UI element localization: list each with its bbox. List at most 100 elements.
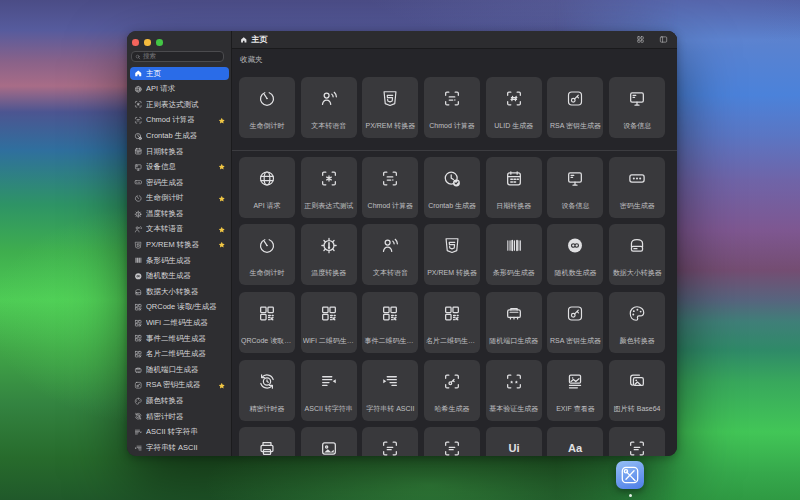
tool-card[interactable]: 随机端口生成器 — [486, 292, 542, 353]
favorites-section-label: 收藏夹 — [240, 55, 263, 65]
hash-key-icon — [443, 372, 462, 391]
port-icon — [504, 304, 523, 323]
tool-card[interactable]: 设备信息 — [547, 157, 603, 218]
tool-card[interactable]: 文本转语音 — [362, 224, 418, 285]
tool-card[interactable]: QRCode 读取/生成器 — [239, 292, 295, 353]
tool-card-label: Chmod 计算器 — [364, 201, 416, 211]
tool-card[interactable] — [424, 427, 480, 456]
tool-card[interactable]: 温度转换器 — [301, 224, 357, 285]
sidebar-item[interactable]: 颜色转换器 — [130, 394, 229, 407]
tool-card[interactable]: ULID 生成器 — [486, 77, 542, 138]
favorite-star-icon — [218, 195, 226, 203]
tool-card-label: 随机数生成器 — [549, 268, 601, 278]
tool-card[interactable]: API 请求 — [239, 157, 295, 218]
sidebar-item[interactable]: RSA 密钥生成器 — [130, 379, 229, 392]
tool-card[interactable]: 设备信息 — [609, 77, 665, 138]
tool-card[interactable]: 生命倒计时 — [239, 77, 295, 138]
tool-card[interactable]: WiFi 二维码生成器 — [301, 292, 357, 353]
sidebar-item[interactable]: 主页 — [130, 67, 229, 80]
sidebar-item[interactable]: Chmod 计算器 — [130, 114, 229, 127]
sidebar-item-label: 密码生成器 — [146, 178, 226, 188]
tool-card[interactable]: 条形码生成器 — [486, 224, 542, 285]
tool-card[interactable]: Chmod 计算器 — [362, 157, 418, 218]
sidebar-item[interactable]: 随机端口生成器 — [130, 363, 229, 376]
tool-card[interactable]: 随机数生成器 — [547, 224, 603, 285]
sidebar-item[interactable]: 日期转换器 — [130, 145, 229, 158]
tool-card[interactable]: PX/REM 转换器 — [424, 224, 480, 285]
sidebar-item[interactable]: 正则表达式测试 — [130, 98, 229, 111]
sidebar-item[interactable]: 数据大小转换器 — [130, 285, 229, 298]
tool-card[interactable]: 事件二维码生成器 — [362, 292, 418, 353]
minimize-button[interactable] — [144, 39, 151, 46]
zoom-button[interactable] — [156, 39, 163, 46]
text-aa-icon: Aa — [566, 439, 585, 456]
sidebar-item[interactable]: PX/REM 转换器 — [130, 239, 229, 252]
sidebar-item-label: QRCode 读取/生成器 — [146, 302, 226, 312]
tool-card[interactable]: Crontab 生成器 — [424, 157, 480, 218]
sidebar-nav: 主页 API 请求正则表达式测试 Chmod 计算器 Crontab 生成器日期转换器… — [130, 67, 229, 456]
sidebar-item-label: 字符串转 ASCII — [146, 443, 226, 453]
sidebar-item[interactable]: 名片二维码生成器 — [130, 348, 229, 361]
sidebar-item[interactable]: 字符串转 ASCII — [130, 441, 229, 454]
tool-card-label: 数据大小转换器 — [611, 268, 663, 278]
tool-card[interactable]: 字符串转 ASCII — [362, 360, 418, 421]
tool-card[interactable]: 正则表达式测试 — [301, 157, 357, 218]
search-input[interactable]: 搜索 — [131, 51, 224, 62]
palette-icon — [628, 304, 647, 323]
tool-card[interactable]: 颜色转换器 — [609, 292, 665, 353]
sidebar-item[interactable]: 设备信息 — [130, 161, 229, 174]
sidebar-item[interactable]: 事件二维码生成器 — [130, 332, 229, 345]
tool-card[interactable]: Aa — [547, 427, 603, 456]
tool-card[interactable]: 密码生成器 — [609, 157, 665, 218]
tool-card[interactable]: RSA 密钥生成器 — [547, 292, 603, 353]
sidebar-item[interactable]: WiFi 二维码生成器 — [130, 317, 229, 330]
tool-card[interactable]: Ui — [486, 427, 542, 456]
tool-card[interactable]: 哈希生成器 — [424, 360, 480, 421]
favorite-star-icon — [218, 241, 226, 249]
toggle-sidebar-icon[interactable] — [659, 35, 668, 44]
tool-card[interactable] — [609, 427, 665, 456]
sidebar-item[interactable]: 条形码生成器 — [130, 254, 229, 267]
sidebar-item[interactable]: 温度转换器 — [130, 207, 229, 220]
sidebar-item[interactable]: QRCode 读取/生成器 — [130, 301, 229, 314]
infinity-icon — [134, 272, 143, 281]
calendar-icon — [504, 169, 523, 188]
html5-icon — [443, 236, 462, 255]
tool-card[interactable]: RSA 密钥生成器 — [547, 77, 603, 138]
main-header: 主页 — [232, 31, 677, 49]
tool-card[interactable]: Chmod 计算器 — [424, 77, 480, 138]
sidebar-item[interactable]: 文本转语音 — [130, 223, 229, 236]
tool-card[interactable]: EXIF 查看器 — [547, 360, 603, 421]
tool-card-label: 颜色转换器 — [611, 336, 663, 346]
tool-card-label: 哈希生成器 — [426, 404, 478, 414]
sidebar-item[interactable]: ASCII 转字符串 — [130, 426, 229, 439]
tool-card[interactable]: 数据大小转换器 — [609, 224, 665, 285]
tool-card[interactable] — [301, 427, 357, 456]
sidebar-item[interactable]: 随机数生成器 — [130, 270, 229, 283]
sidebar-item[interactable]: Crontab 生成器 — [130, 129, 229, 142]
qr-icon — [443, 304, 462, 323]
tool-card[interactable]: 图片转 Base64 — [609, 360, 665, 421]
tool-card[interactable]: PX/REM 转换器 — [362, 77, 418, 138]
tool-card-label: 设备信息 — [611, 121, 663, 131]
tool-card[interactable]: 生命倒计时 — [239, 224, 295, 285]
tool-card-label: EXIF 查看器 — [549, 404, 601, 414]
tool-card[interactable] — [239, 427, 295, 456]
tool-card[interactable]: 名片二维码生成器 — [424, 292, 480, 353]
tool-card[interactable]: 文本转语音 — [301, 77, 357, 138]
tool-card[interactable]: ASCII 转字符串 — [301, 360, 357, 421]
dock-app-icon[interactable] — [616, 461, 644, 489]
tool-card-label: 密码生成器 — [611, 201, 663, 211]
close-button[interactable] — [132, 39, 139, 46]
tool-card[interactable]: 日期转换器 — [486, 157, 542, 218]
sidebar-item[interactable]: 密码生成器 — [130, 176, 229, 189]
sidebar-item[interactable]: 生命倒计时 — [130, 192, 229, 205]
sidebar-item-label: API 请求 — [146, 84, 226, 94]
tool-card-label: PX/REM 转换器 — [364, 121, 416, 131]
sidebar-item[interactable]: 精密计时器 — [130, 410, 229, 423]
tool-card[interactable] — [362, 427, 418, 456]
tool-card[interactable]: 精密计时器 — [239, 360, 295, 421]
grid-view-icon[interactable] — [636, 35, 645, 44]
sidebar-item[interactable]: API 请求 — [130, 83, 229, 96]
tool-card[interactable]: 基本验证生成器 — [486, 360, 542, 421]
